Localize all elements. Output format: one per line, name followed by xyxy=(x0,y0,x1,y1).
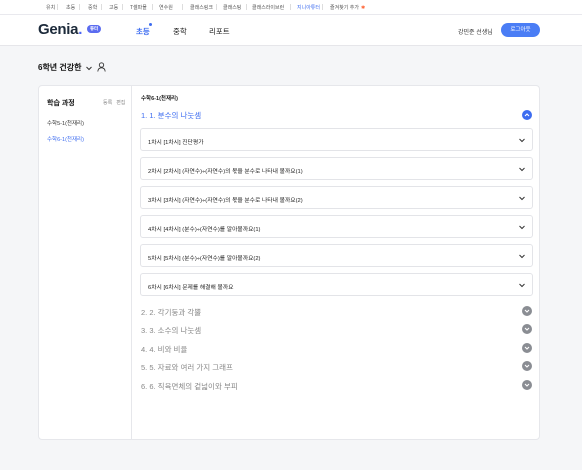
chevron-down-icon[interactable] xyxy=(518,194,526,202)
logo-badge: 튜터 xyxy=(87,25,102,33)
divider xyxy=(57,4,58,10)
lesson-title: 3차시 [3차시] (자연수)÷(자연수)의 몫을 분수로 나타내 볼까요(2) xyxy=(148,198,303,204)
logo-dot: . xyxy=(78,21,83,38)
bookmark-add-label: 즐겨찾기 추가 xyxy=(330,5,359,11)
divider xyxy=(152,4,153,10)
unit-title: 5. 5. 자료와 여러 가지 그래프 xyxy=(141,363,233,372)
utility-link-training[interactable]: 연수원 xyxy=(159,4,173,11)
unit-title: 3. 3. 소수의 나눗셈 xyxy=(141,326,202,335)
logout-button[interactable]: 로그아웃 xyxy=(501,23,540,37)
divider xyxy=(322,4,323,10)
lesson-title: 4차시 [4차시] (분수)÷(자연수)를 알아볼까요(1) xyxy=(148,227,261,233)
collapse-button[interactable] xyxy=(522,110,532,120)
chevron-down-icon[interactable] xyxy=(518,136,526,144)
lesson-row[interactable]: 5차시 [5차시] (분수)÷(자연수)를 알아볼까요(2) xyxy=(140,244,533,267)
student-selector[interactable]: 6학년 건강한 xyxy=(38,62,81,73)
course-content: 수학6-1(천재리) 1. 1. 분수의 나눗셈 1차시 [1차시] 진단평가 … xyxy=(140,86,533,439)
utility-link-elementary[interactable]: 초등 xyxy=(66,4,75,11)
nav-report[interactable]: 리포트 xyxy=(209,26,230,37)
logo-text: Genia xyxy=(38,21,79,38)
unit-row[interactable]: 5. 5. 자료와 여러 가지 그래프 xyxy=(141,360,533,372)
lesson-title: 2차시 [2차시] (자연수)÷(자연수)의 몫을 분수로 나타내 볼까요(1) xyxy=(148,169,303,175)
logo[interactable]: Genia. xyxy=(38,21,82,38)
unit-title: 2. 2. 각기둥과 각뿔 xyxy=(141,308,202,317)
chevron-down-icon[interactable] xyxy=(518,252,526,260)
lesson-row[interactable]: 4차시 [4차시] (분수)÷(자연수)를 알아볼까요(1) xyxy=(140,215,533,238)
divider xyxy=(101,4,102,10)
sidebar-item-course-6-1[interactable]: 수학6-1(천재리) xyxy=(47,135,84,143)
unit-heading-open[interactable]: 1. 1. 분수의 나눗셈 xyxy=(141,110,201,121)
sidebar-title: 학습 과정 xyxy=(47,100,75,107)
utility-nav: 유치 초등 중학 고등 T셀파몰 연수원 클래스링크 클래스팅 클래스라이브런 … xyxy=(0,0,582,15)
star-icon: ✱ xyxy=(361,5,366,11)
nav-middle[interactable]: 중학 xyxy=(173,26,187,37)
divider xyxy=(122,4,123,10)
expand-button[interactable] xyxy=(522,361,532,371)
sidebar-item-course-5-1[interactable]: 수학5-1(천재리) xyxy=(47,119,84,127)
expand-button[interactable] xyxy=(522,343,532,353)
unit-title: 4. 4. 비와 비율 xyxy=(141,345,188,354)
utility-link-genia-tutor[interactable]: 지니아튜터 xyxy=(297,4,320,11)
lesson-row[interactable]: 6차시 [6차시] 문제를 해결해 볼까요 xyxy=(140,273,533,296)
main-header: Genia. 튜터 초등 중학 리포트 강민준 선생님 로그아웃 xyxy=(0,15,582,46)
chevron-down-icon[interactable] xyxy=(518,165,526,173)
unit-title: 6. 6. 직육면체의 겉넓이와 부피 xyxy=(141,382,238,391)
lesson-row[interactable]: 1차시 [1차시] 진단평가 xyxy=(140,128,533,151)
user-name: 강민준 선생님 xyxy=(458,30,493,36)
nav-elementary[interactable]: 초등 xyxy=(136,26,150,37)
lesson-title: 5차시 [5차시] (분수)÷(자연수)를 알아볼까요(2) xyxy=(148,256,261,262)
utility-link-high[interactable]: 고등 xyxy=(109,4,118,11)
unit-row[interactable]: 2. 2. 각기둥과 각뿔 xyxy=(141,305,533,317)
utility-link-classlink[interactable]: 클래스링크 xyxy=(190,4,213,11)
chevron-down-icon[interactable] xyxy=(518,223,526,231)
chevron-down-icon[interactable] xyxy=(518,281,526,289)
utility-link-middle[interactable]: 중학 xyxy=(88,4,97,11)
person-icon[interactable] xyxy=(97,62,106,72)
lesson-row[interactable]: 2차시 [2차시] (자연수)÷(자연수)의 몫을 분수로 나타내 볼까요(1) xyxy=(140,157,533,180)
sidebar-actions: 등록 편집 xyxy=(99,99,125,106)
new-indicator-dot xyxy=(149,23,152,26)
divider xyxy=(246,4,247,10)
divider xyxy=(79,4,80,10)
utility-link-kindergarten[interactable]: 유치 xyxy=(46,4,55,11)
expand-button[interactable] xyxy=(522,324,532,334)
utility-link-classlive[interactable]: 클래스라이브런 xyxy=(252,4,284,11)
course-card: 학습 과정 등록 편집 수학5-1(천재리) 수학6-1(천재리) 수학6-1(천… xyxy=(38,85,540,440)
lesson-title: 1차시 [1차시] 진단평가 xyxy=(148,140,204,146)
divider xyxy=(216,4,217,10)
edit-button[interactable]: 편집 xyxy=(116,100,125,106)
expand-button[interactable] xyxy=(522,380,532,390)
divider xyxy=(182,4,183,10)
unit-row[interactable]: 3. 3. 소수의 나눗셈 xyxy=(141,323,533,335)
lesson-title: 6차시 [6차시] 문제를 해결해 볼까요 xyxy=(148,285,234,291)
register-button[interactable]: 등록 xyxy=(103,100,112,106)
bookmark-add-link[interactable]: 즐겨찾기 추가 ✱ xyxy=(330,4,365,11)
utility-link-tsherpa-mall[interactable]: T셀파몰 xyxy=(130,4,147,11)
divider xyxy=(290,4,291,10)
chevron-down-icon[interactable] xyxy=(85,64,93,72)
utility-link-classting[interactable]: 클래스팅 xyxy=(223,4,241,11)
course-sidebar: 학습 과정 등록 편집 수학5-1(천재리) 수학6-1(천재리) xyxy=(39,86,132,439)
course-title: 수학6-1(천재리) xyxy=(141,96,178,102)
unit-row[interactable]: 4. 4. 비와 비율 xyxy=(141,342,533,354)
expand-button[interactable] xyxy=(522,306,532,316)
unit-row[interactable]: 6. 6. 직육면체의 겉넓이와 부피 xyxy=(141,379,533,391)
lesson-row[interactable]: 3차시 [3차시] (자연수)÷(자연수)의 몫을 분수로 나타내 볼까요(2) xyxy=(140,186,533,209)
